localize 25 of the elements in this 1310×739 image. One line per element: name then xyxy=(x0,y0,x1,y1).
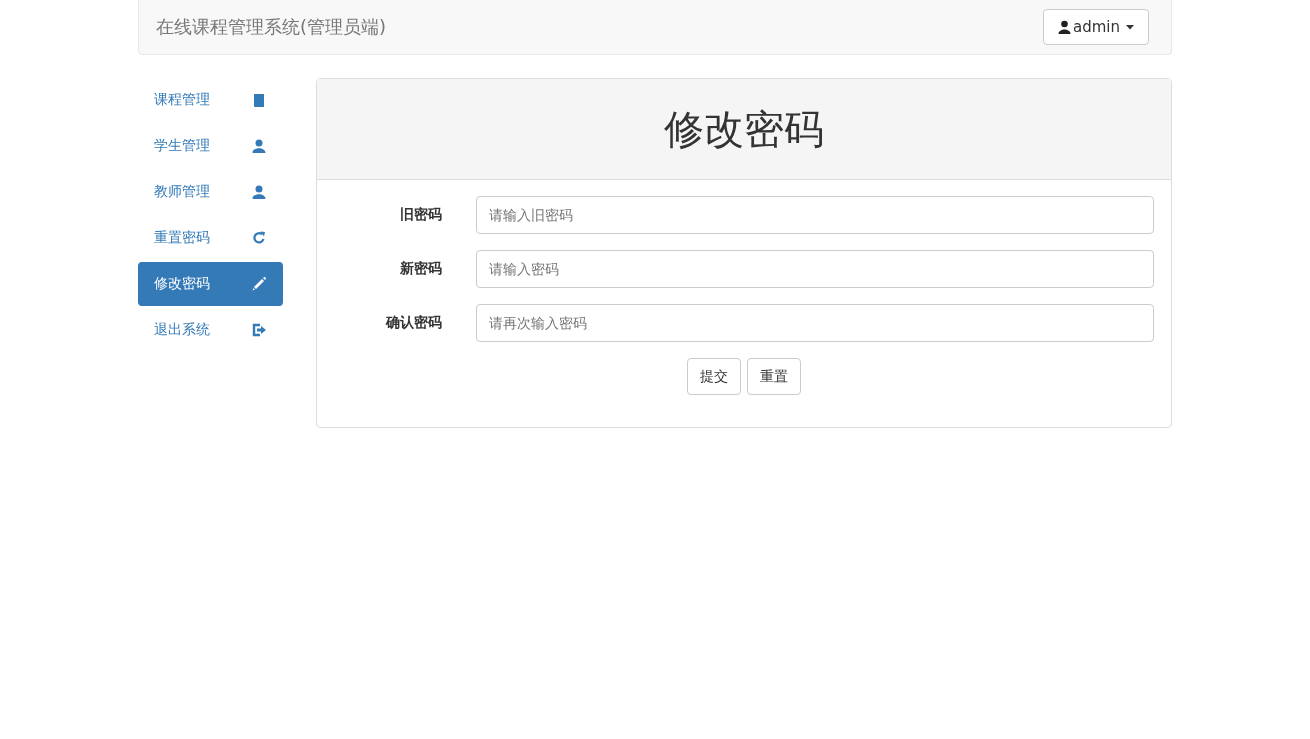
submit-button[interactable]: 提交 xyxy=(687,358,741,395)
sidebar-item[interactable]: 修改密码 xyxy=(138,262,283,306)
user-icon xyxy=(1058,20,1071,34)
book-icon xyxy=(251,92,267,108)
field-label: 旧密码 xyxy=(399,206,442,224)
caret-icon xyxy=(1126,24,1134,30)
panel-title: 修改密码 xyxy=(664,104,824,154)
pencil-icon xyxy=(251,276,267,292)
field-label: 确认密码 xyxy=(384,314,442,332)
password-field[interactable]: 请输入旧密码 xyxy=(476,196,1154,234)
password-field[interactable]: 请再次输入密码 xyxy=(476,304,1154,342)
refresh-icon xyxy=(251,230,267,246)
password-field[interactable]: 请输入密码 xyxy=(476,250,1154,288)
sidebar-item[interactable]: 教师管理 xyxy=(138,170,283,214)
logout-icon xyxy=(251,322,267,338)
user-menu-button[interactable]: admin xyxy=(1043,9,1149,45)
sidebar-item[interactable]: 课程管理 xyxy=(138,78,283,122)
brand-title[interactable]: 在线课程管理系统(管理员端) xyxy=(156,15,387,39)
field-label: 新密码 xyxy=(399,260,442,278)
reset-button[interactable]: 重置 xyxy=(747,358,801,395)
sidebar-item[interactable]: 重置密码 xyxy=(138,216,283,260)
sidebar-item[interactable]: 退出系统 xyxy=(138,308,283,352)
sidebar-item[interactable]: 学生管理 xyxy=(138,124,283,168)
user-icon xyxy=(251,138,267,154)
user-icon xyxy=(251,184,267,200)
